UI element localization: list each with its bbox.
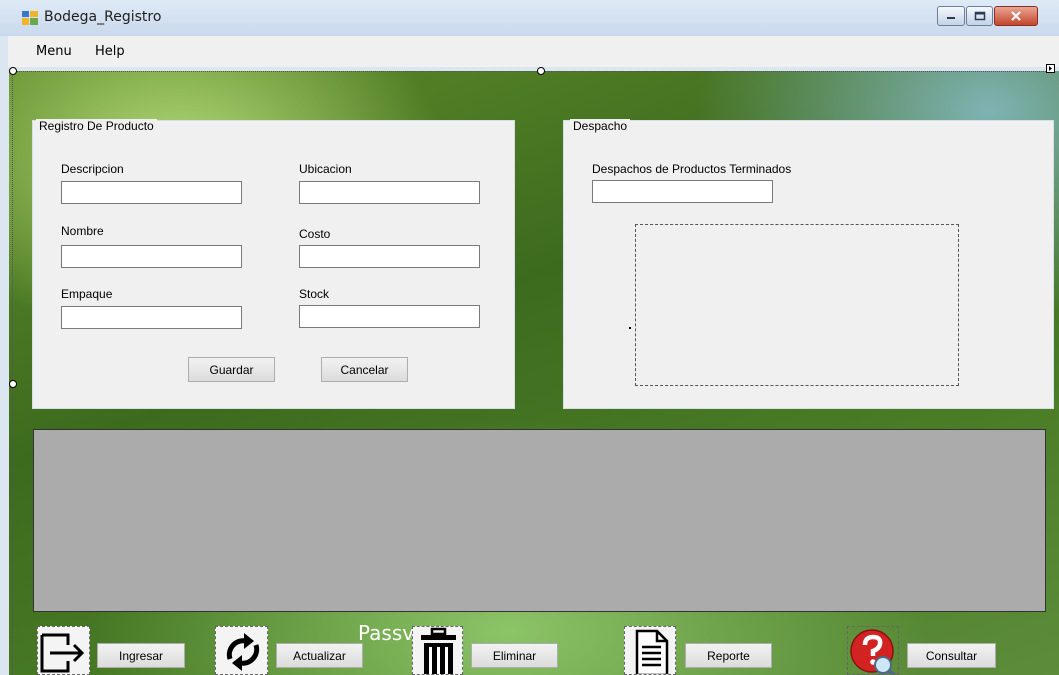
despacho-group: Despacho Despachos de Productos Terminad… [563, 119, 1054, 409]
reporte-icon-button[interactable] [624, 626, 676, 675]
maximize-button[interactable] [966, 6, 993, 26]
selection-border-left [12, 71, 13, 675]
maximize-icon [974, 11, 985, 21]
resize-handle-top[interactable] [537, 67, 545, 75]
stock-label: Stock [299, 287, 330, 301]
ubicacion-label: Ubicacion [299, 162, 352, 176]
ingresar-button[interactable]: Ingresar [97, 643, 185, 668]
selection-dot [629, 327, 631, 329]
eliminar-button[interactable]: Eliminar [471, 643, 558, 668]
menu-item-help[interactable]: Help [95, 44, 125, 59]
trash-icon [421, 627, 456, 674]
menu-bar: Menu Help [8, 36, 1059, 67]
refresh-icon [226, 633, 260, 671]
actualizar-button[interactable]: Actualizar [276, 643, 363, 668]
empaque-label: Empaque [61, 287, 113, 301]
registro-group: Registro De Producto Descripcion Ubicaci… [32, 119, 515, 409]
despacho-label: Despachos de Productos Terminados [592, 162, 792, 176]
costo-input[interactable] [299, 245, 480, 268]
chevron-right-icon [1049, 66, 1052, 71]
resize-handle-left[interactable] [9, 380, 17, 388]
registro-group-title: Registro De Producto [36, 119, 157, 133]
close-icon [1011, 11, 1021, 21]
stock-input[interactable] [299, 305, 480, 328]
close-button[interactable] [994, 6, 1038, 26]
minimize-icon [947, 17, 955, 19]
login-arrow-icon [40, 633, 85, 673]
background-text: Passv [358, 621, 415, 645]
help-search-icon [850, 629, 897, 674]
app-window: Bodega_Registro Menu Help Registro De Pr… [0, 0, 1059, 675]
smart-tag-arrow[interactable] [1046, 64, 1055, 73]
despacho-input[interactable] [592, 180, 773, 203]
costo-label: Costo [299, 227, 331, 241]
menu-item-menu[interactable]: Menu [36, 44, 72, 59]
descripcion-label: Descripcion [61, 162, 124, 176]
ubicacion-input[interactable] [299, 181, 480, 204]
descripcion-input[interactable] [61, 181, 242, 204]
title-bar[interactable]: Bodega_Registro [0, 0, 1059, 36]
empaque-input[interactable] [61, 306, 242, 329]
consultar-button[interactable]: Consultar [907, 643, 996, 668]
eliminar-icon-button[interactable] [412, 626, 463, 675]
data-grid[interactable] [33, 429, 1046, 612]
cancelar-button[interactable]: Cancelar [321, 357, 408, 382]
guardar-button[interactable]: Guardar [188, 357, 275, 382]
actualizar-icon-button[interactable] [215, 626, 268, 675]
ingresar-icon-button[interactable] [37, 626, 90, 675]
despacho-group-title: Despacho [570, 119, 631, 133]
minimize-button[interactable] [937, 6, 965, 26]
form-client-area: Registro De Producto Descripcion Ubicaci… [9, 71, 1059, 675]
reporte-button[interactable]: Reporte [685, 643, 772, 668]
resize-handle-top-left[interactable] [9, 67, 17, 75]
nombre-label: Nombre [61, 224, 104, 238]
window-title: Bodega_Registro [44, 9, 162, 25]
despacho-panel [635, 224, 959, 386]
nombre-input[interactable] [61, 245, 242, 268]
consultar-icon-button[interactable] [847, 626, 899, 675]
document-icon [635, 629, 669, 674]
app-icon [22, 11, 38, 25]
selection-border-top [12, 71, 1052, 72]
